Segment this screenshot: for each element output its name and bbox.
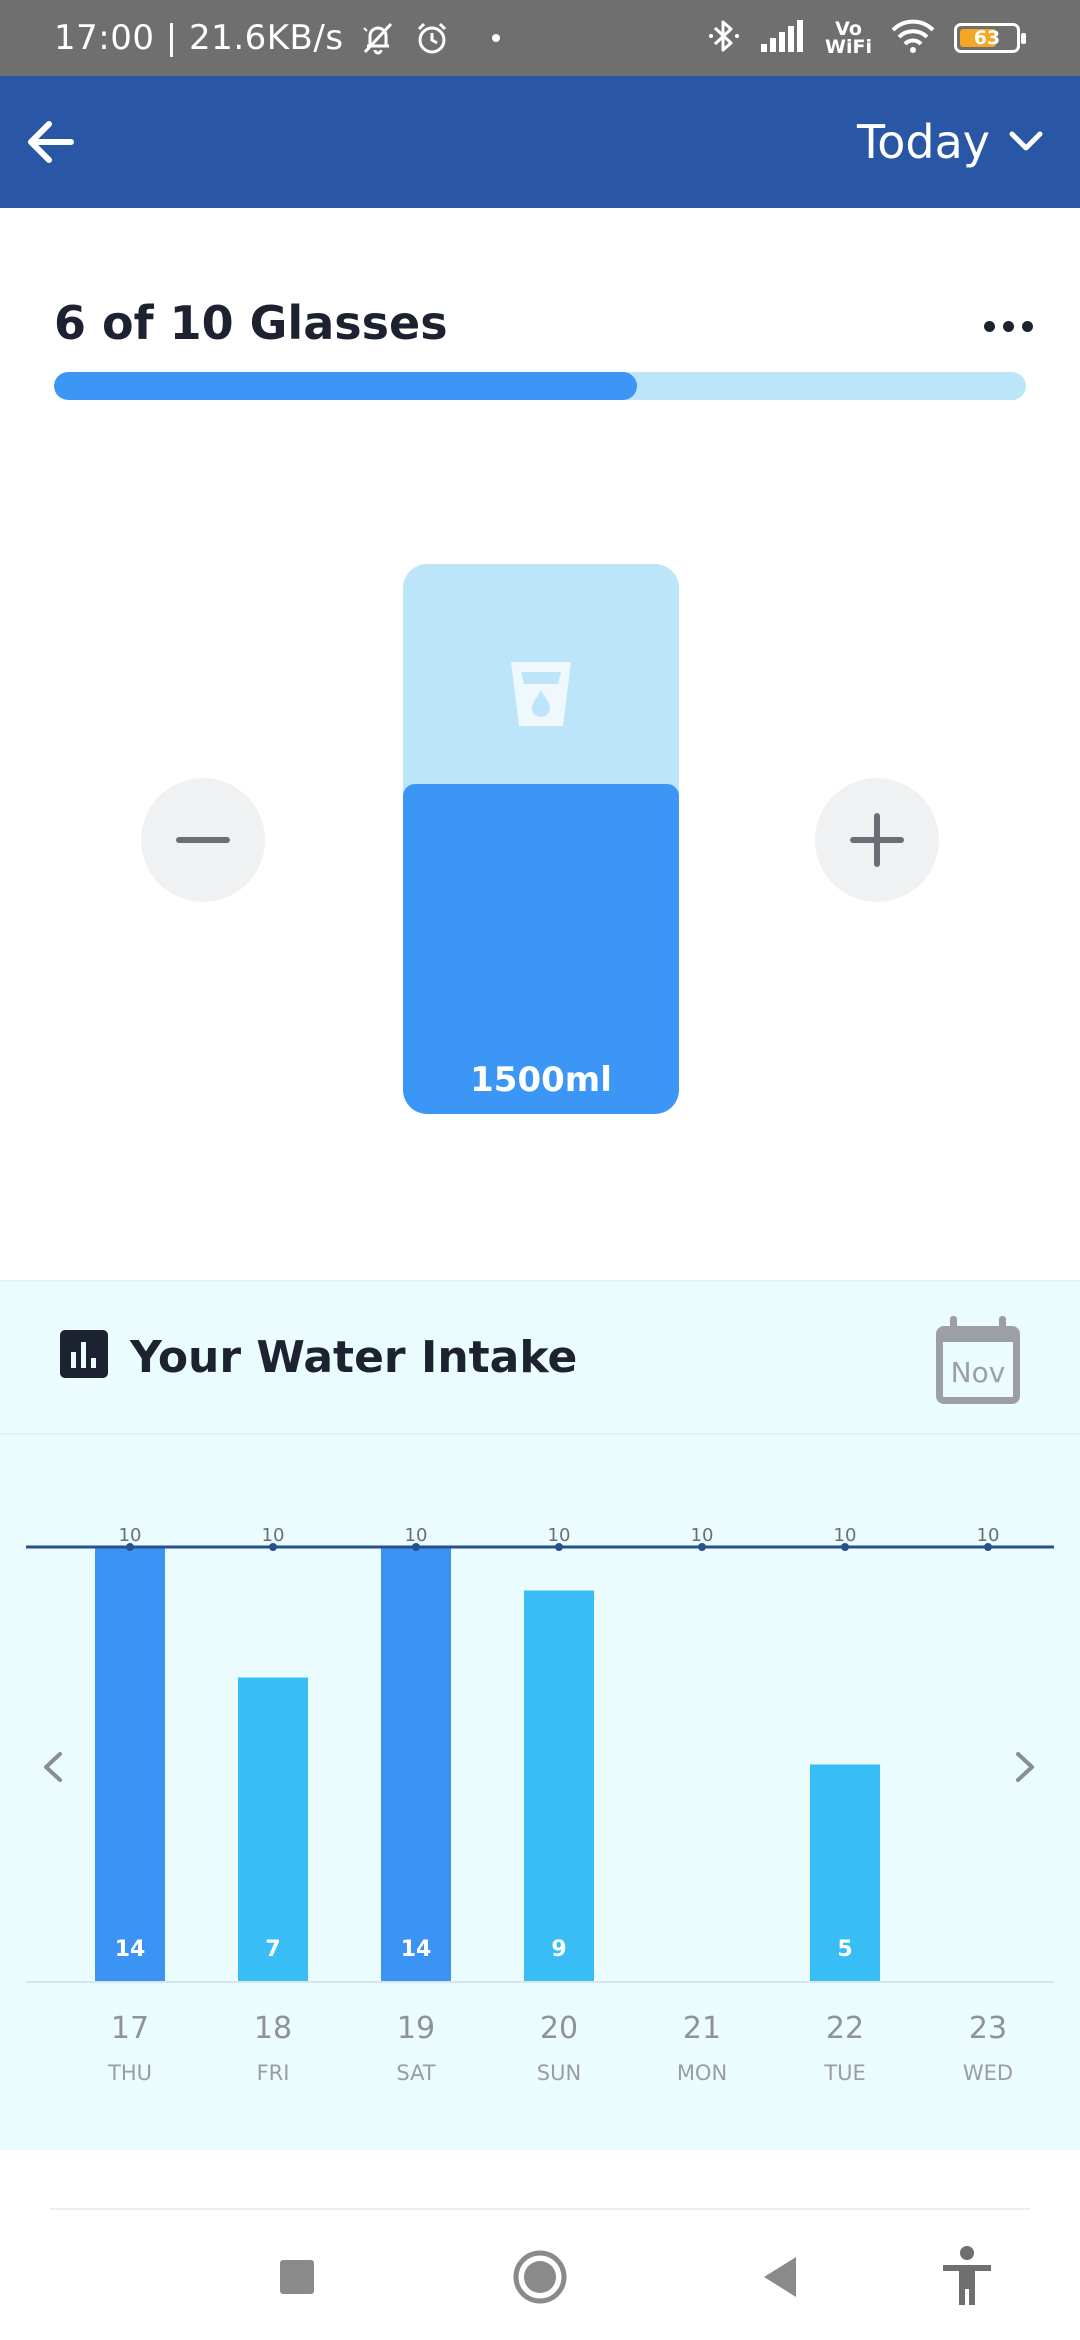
period-selector[interactable]: Today	[857, 110, 1044, 174]
goal-label: 10	[977, 1525, 1000, 1546]
bluetooth-icon	[707, 16, 741, 60]
next-week-button[interactable]	[1000, 1732, 1050, 1802]
bottom-divider	[50, 2208, 1030, 2210]
x-tick-label: 22	[826, 2011, 864, 2046]
calendar-ring	[950, 1316, 957, 1334]
home-circle-icon	[513, 2250, 567, 2304]
more-dot	[1021, 320, 1033, 332]
vowifi-label: Vo WiFi	[825, 20, 872, 58]
chart-bar	[524, 1590, 594, 1982]
intake-header: Your Water Intake Nov	[0, 1280, 1080, 1435]
goal-progress-fill	[54, 372, 638, 400]
back-button[interactable]	[18, 110, 82, 174]
recents-button[interactable]	[252, 2232, 342, 2322]
bar-chart-icon	[60, 1330, 108, 1378]
goal-progress-bar	[54, 372, 1026, 400]
bar-value-label: 5	[837, 1937, 852, 1962]
system-back-button[interactable]	[735, 2232, 825, 2322]
notification-dot	[491, 34, 500, 42]
more-dot	[1002, 320, 1014, 332]
goal-label: 10	[834, 1525, 857, 1546]
chevron-right-icon	[1016, 1752, 1034, 1782]
x-tick-label: 20	[540, 2011, 578, 2046]
weekday-label: SAT	[396, 2061, 435, 2085]
accessibility-icon	[943, 2246, 991, 2305]
battery-nub	[1021, 33, 1026, 44]
weekday-label: SUN	[537, 2061, 581, 2085]
accessibility-button[interactable]	[922, 2232, 1012, 2322]
weekday-label: TUE	[823, 2061, 865, 2085]
calendar-button[interactable]: Nov	[936, 1316, 1020, 1404]
x-tick-label: 19	[397, 2011, 435, 2046]
x-tick-label: 17	[111, 2011, 149, 2046]
add-glass-button[interactable]	[815, 778, 939, 902]
battery-level: 63	[973, 27, 1001, 49]
weekday-label: WED	[963, 2061, 1013, 2085]
x-tick-label: 21	[683, 2011, 721, 2046]
plus-icon	[850, 813, 904, 867]
bar-value-label: 14	[401, 1937, 432, 1962]
minus-icon	[176, 837, 230, 843]
water-glass[interactable]: 1500ml	[403, 564, 679, 1114]
signal-icon	[759, 18, 807, 58]
water-glass-icon	[511, 662, 571, 726]
chart-bar	[381, 1547, 451, 1982]
bar-value-label: 14	[115, 1937, 146, 1962]
previous-week-button[interactable]	[28, 1732, 78, 1802]
app-bar: Today	[0, 76, 1080, 208]
system-navigation-bar	[0, 2212, 1080, 2340]
calendar-ring	[999, 1316, 1006, 1334]
home-button[interactable]	[495, 2232, 585, 2322]
status-left: 17:00 | 21.6KB/s	[54, 0, 500, 76]
weekday-label: THU	[107, 2061, 152, 2085]
status-bar: 17:00 | 21.6KB/s Vo WiFi 63	[0, 0, 1080, 76]
weekday-label: FRI	[257, 2061, 290, 2085]
goal-label: 10	[691, 1525, 714, 1546]
water-volume-label: 1500ml	[470, 1060, 612, 1100]
period-label: Today	[856, 115, 990, 169]
more-options-button[interactable]	[976, 300, 1040, 352]
more-dot	[983, 320, 995, 332]
goal-label: 10	[548, 1525, 571, 1546]
weekday-label: MON	[677, 2061, 727, 2085]
bar-value-label: 7	[265, 1937, 280, 1962]
wifi-icon	[890, 18, 936, 58]
back-arrow-icon	[28, 121, 74, 163]
status-time-speed: 17:00 | 21.6KB/s	[54, 18, 344, 58]
x-tick-label: 23	[969, 2011, 1007, 2046]
goal-title: 6 of 10 Glasses	[54, 296, 448, 350]
intake-title: Your Water Intake	[130, 1332, 578, 1383]
goal-label: 10	[405, 1525, 428, 1546]
remove-glass-button[interactable]	[141, 778, 265, 902]
bar-value-label: 9	[551, 1937, 566, 1962]
battery-icon: 63	[954, 23, 1026, 53]
chevron-down-icon	[1009, 131, 1043, 151]
muted-bell-icon	[358, 18, 398, 58]
chart-bar	[95, 1547, 165, 1982]
triangle-back-icon	[764, 2257, 796, 2297]
alarm-icon	[412, 18, 452, 58]
calendar-month: Nov	[950, 1356, 1006, 1389]
chevron-left-icon	[44, 1752, 62, 1782]
status-right: Vo WiFi 63	[707, 0, 1026, 76]
square-icon	[280, 2260, 314, 2294]
x-tick-label: 18	[254, 2011, 292, 2046]
goal-label: 10	[262, 1525, 285, 1546]
goal-label: 10	[119, 1525, 142, 1546]
water-intake-section: 14 17 THU 7 18 FRI 14 19 SAT 9 20 SUN 21 MON 5 22 TUE 23 W…	[0, 1280, 1080, 2150]
vowifi-bottom: WiFi	[825, 36, 872, 58]
